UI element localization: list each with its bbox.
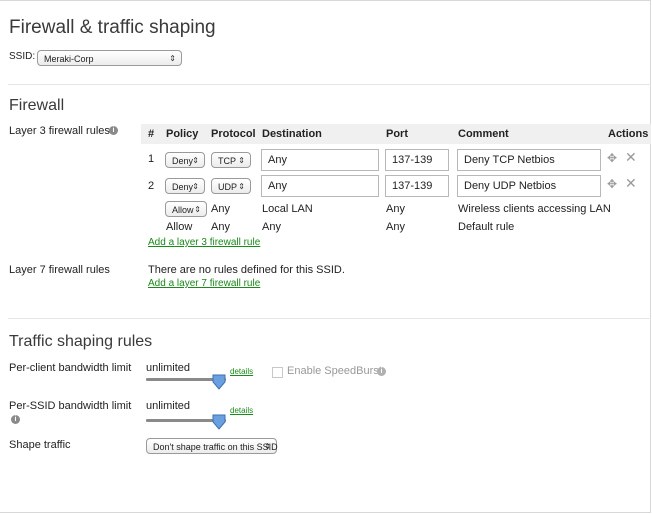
updown-arrow-icon: ⇕ [192, 182, 199, 191]
default-rule-destination: Any [262, 221, 281, 233]
updown-arrow-icon: ⇕ [194, 205, 201, 214]
col-destination: Destination [262, 128, 322, 140]
per-ssid-value: unlimited [146, 400, 191, 412]
updown-arrow-icon: ⇕ [238, 182, 245, 191]
col-protocol: Protocol [211, 128, 256, 140]
l3-rules-label: Layer 3 firewall rules [9, 125, 110, 137]
rule-2-protocol-value: UDP [218, 182, 238, 192]
col-num: # [148, 128, 155, 140]
per-client-slider-thumb[interactable] [212, 374, 226, 390]
rule-2-port-input[interactable]: 137-139 [385, 175, 449, 197]
default-rule-comment: Default rule [458, 221, 515, 233]
per-client-label: Per-client bandwidth limit [9, 362, 132, 374]
rule-2-policy-value: Deny [172, 182, 194, 192]
rule-1-destination-input[interactable]: Any [261, 149, 379, 171]
rule-2-policy-select[interactable]: Deny ⇕ [165, 178, 205, 194]
per-ssid-slider-thumb[interactable] [212, 414, 226, 430]
shape-traffic-select[interactable]: Don't shape traffic on this SSID ⇕ [146, 438, 278, 454]
lan-rule-policy-value: Allow [172, 205, 194, 215]
add-l7-rule-link[interactable]: Add a layer 7 firewall rule [148, 278, 260, 289]
shape-traffic-label: Shape traffic [9, 439, 71, 451]
info-icon[interactable]: i [377, 367, 386, 376]
drag-handle-icon[interactable]: ✥ [607, 177, 617, 191]
default-rule-protocol: Any [211, 221, 230, 233]
divider [8, 84, 651, 85]
lan-rule-comment: Wireless clients accessing LAN [458, 203, 611, 215]
default-rule-policy: Allow [166, 221, 193, 233]
info-icon[interactable]: i [11, 415, 20, 424]
l7-rules-label: Layer 7 firewall rules [9, 264, 110, 276]
lan-rule-port: Any [386, 203, 405, 215]
divider [8, 318, 651, 319]
rule-2-destination-input[interactable]: Any [261, 175, 379, 197]
updown-arrow-icon: ⇕ [264, 442, 271, 451]
rule-2-protocol-select[interactable]: UDP ⇕ [211, 178, 251, 194]
per-ssid-label: Per-SSID bandwidth limit [9, 400, 132, 412]
updown-arrow-icon: ⇕ [238, 156, 245, 165]
col-port: Port [386, 128, 408, 140]
content-frame [0, 0, 651, 513]
rule-1-comment-input[interactable]: Deny TCP Netbios [457, 149, 601, 171]
rule-1-num: 1 [148, 153, 155, 165]
per-client-value: unlimited [146, 362, 191, 374]
speedburst-label: Enable SpeedBurst [287, 365, 382, 377]
ssid-select[interactable]: Meraki-Corp ⇕ [37, 50, 182, 66]
ssid-select-value: Meraki-Corp [44, 54, 94, 64]
add-l3-rule-link[interactable]: Add a layer 3 firewall rule [148, 237, 260, 248]
per-ssid-details-link[interactable]: details [230, 406, 253, 415]
rule-2-num: 2 [148, 180, 155, 192]
rule-1-policy-select[interactable]: Deny ⇕ [165, 152, 205, 168]
updown-arrow-icon: ⇕ [192, 156, 199, 165]
delete-icon[interactable]: ✕ [625, 175, 637, 192]
ssid-label: SSID: [9, 51, 36, 62]
lan-rule-policy-select[interactable]: Allow ⇕ [165, 201, 207, 217]
rule-1-protocol-select[interactable]: TCP ⇕ [211, 152, 251, 168]
firewall-heading: Firewall [9, 97, 65, 114]
page-title: Firewall & traffic shaping [9, 17, 216, 38]
shape-traffic-value: Don't shape traffic on this SSID [153, 442, 278, 452]
lan-rule-protocol: Any [211, 203, 230, 215]
lan-rule-destination: Local LAN [262, 203, 313, 215]
rule-1-protocol-value: TCP [218, 156, 236, 166]
delete-icon[interactable]: ✕ [625, 149, 637, 166]
col-policy: Policy [166, 128, 199, 140]
drag-handle-icon[interactable]: ✥ [607, 151, 617, 165]
l7-empty-message: There are no rules defined for this SSID… [148, 264, 345, 276]
updown-arrow-icon: ⇕ [169, 54, 176, 63]
rule-1-policy-value: Deny [172, 156, 194, 166]
default-rule-port: Any [386, 221, 405, 233]
traffic-heading: Traffic shaping rules [9, 333, 153, 350]
info-icon[interactable]: i [109, 126, 118, 135]
col-comment: Comment [458, 128, 509, 140]
rule-2-comment-input[interactable]: Deny UDP Netbios [457, 175, 601, 197]
per-client-details-link[interactable]: details [230, 367, 253, 376]
rule-1-port-input[interactable]: 137-139 [385, 149, 449, 171]
col-actions: Actions [608, 128, 649, 140]
speedburst-checkbox[interactable] [272, 367, 283, 378]
